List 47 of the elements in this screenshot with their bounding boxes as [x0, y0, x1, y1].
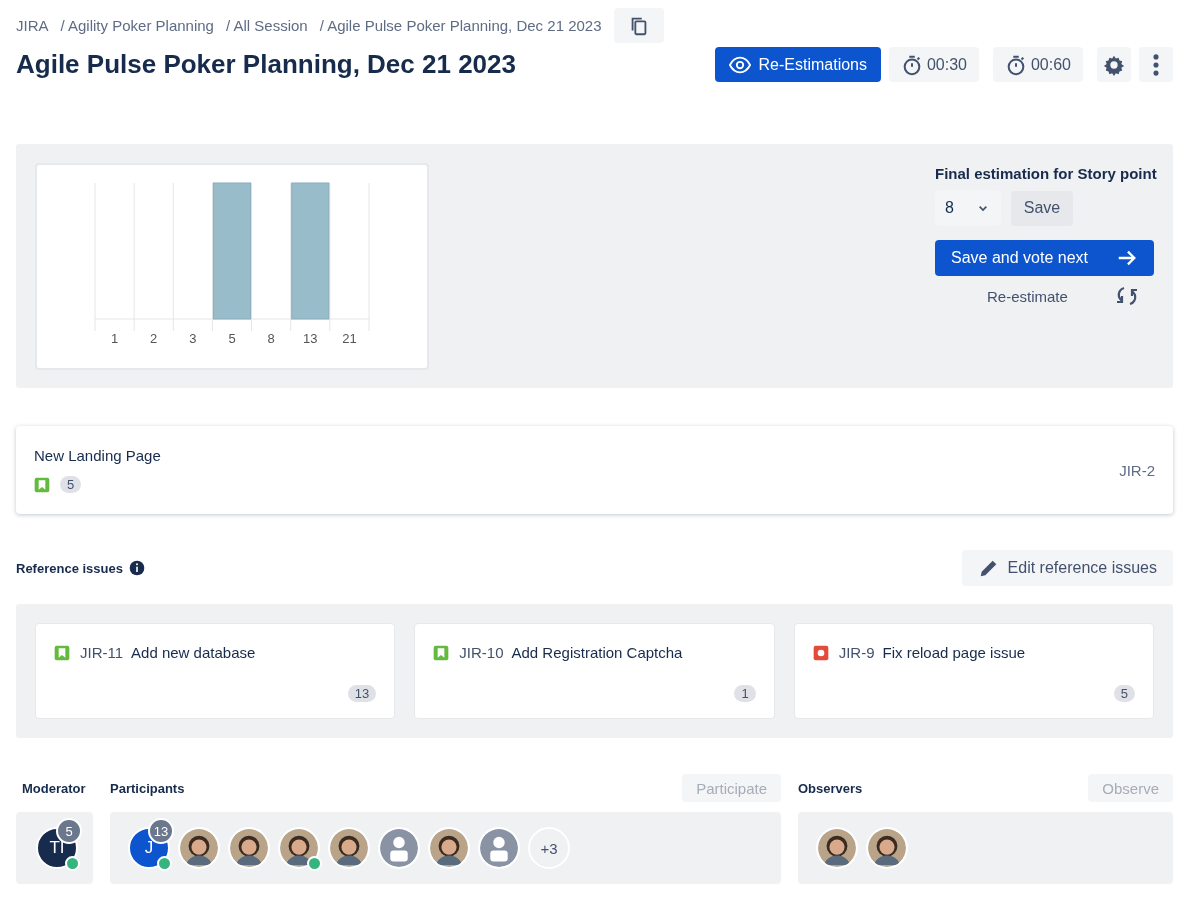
- page-title: Agile Pulse Poker Planning, Dec 21 2023: [16, 49, 516, 80]
- save-button[interactable]: Save: [1011, 190, 1073, 226]
- story-points: 13: [347, 685, 377, 702]
- bookmark-icon: [34, 476, 50, 493]
- refresh-icon[interactable]: [1115, 284, 1139, 308]
- issue-title: New Landing Page: [34, 447, 161, 464]
- story-points: 5: [1113, 685, 1135, 702]
- issue-key: JIR-11: [80, 644, 124, 661]
- issue-title: Fix reload page issue: [882, 644, 1026, 661]
- story-point-select[interactable]: 8: [935, 190, 1001, 226]
- issue-key: JIR-10: [459, 644, 504, 661]
- axis-label: 13: [303, 331, 318, 346]
- estimation-heading: Final estimation for Story point: [935, 165, 1155, 182]
- section-heading: Reference issues: [16, 560, 123, 576]
- axis-label: 8: [267, 331, 275, 346]
- section-heading: Participants: [110, 780, 185, 796]
- section-heading: Moderator: [22, 780, 86, 796]
- axis-label: 3: [189, 331, 197, 346]
- more-button[interactable]: [1139, 47, 1173, 82]
- story-points: 5: [60, 476, 82, 493]
- timer-button[interactable]: 00:60: [993, 47, 1083, 82]
- re-estimations-button[interactable]: Re-Estimations: [714, 47, 881, 82]
- select-value: 8: [945, 199, 954, 217]
- story-points: 1: [734, 685, 756, 702]
- axis-label: 2: [150, 331, 158, 346]
- breadcrumb-link[interactable]: / Agile Pulse Poker Planning, Dec 21 2023: [319, 17, 602, 34]
- axis-label: 5: [228, 331, 236, 346]
- settings-button[interactable]: [1097, 47, 1131, 82]
- bookmark-icon: [54, 644, 70, 661]
- issue-title: Add new database: [131, 644, 256, 661]
- save-and-vote-next-button[interactable]: Save and vote next: [935, 240, 1154, 276]
- breadcrumb-link[interactable]: JIRA: [16, 17, 49, 34]
- more-icon: [1153, 53, 1159, 76]
- breadcrumb-link[interactable]: / Agility Poker Planning: [60, 17, 214, 34]
- issue-key: JIR-2: [1119, 461, 1155, 479]
- issue-key: JIR-9: [838, 644, 875, 661]
- re-estimate-link[interactable]: Re-estimate: [987, 287, 1068, 305]
- timer-button[interactable]: 00:30: [889, 47, 979, 82]
- info-icon: [128, 560, 145, 576]
- edit-reference-issues-button[interactable]: Edit reference issues: [961, 550, 1173, 586]
- issue-title: Add Registration Captcha: [511, 644, 683, 661]
- axis-label: 1: [110, 331, 119, 346]
- breadcrumb-link[interactable]: / All Session: [225, 17, 308, 34]
- bookmark-icon: [433, 644, 450, 661]
- axis-label: 21: [342, 331, 357, 346]
- copy-button[interactable]: [613, 8, 664, 43]
- section-heading: Observers: [798, 780, 863, 796]
